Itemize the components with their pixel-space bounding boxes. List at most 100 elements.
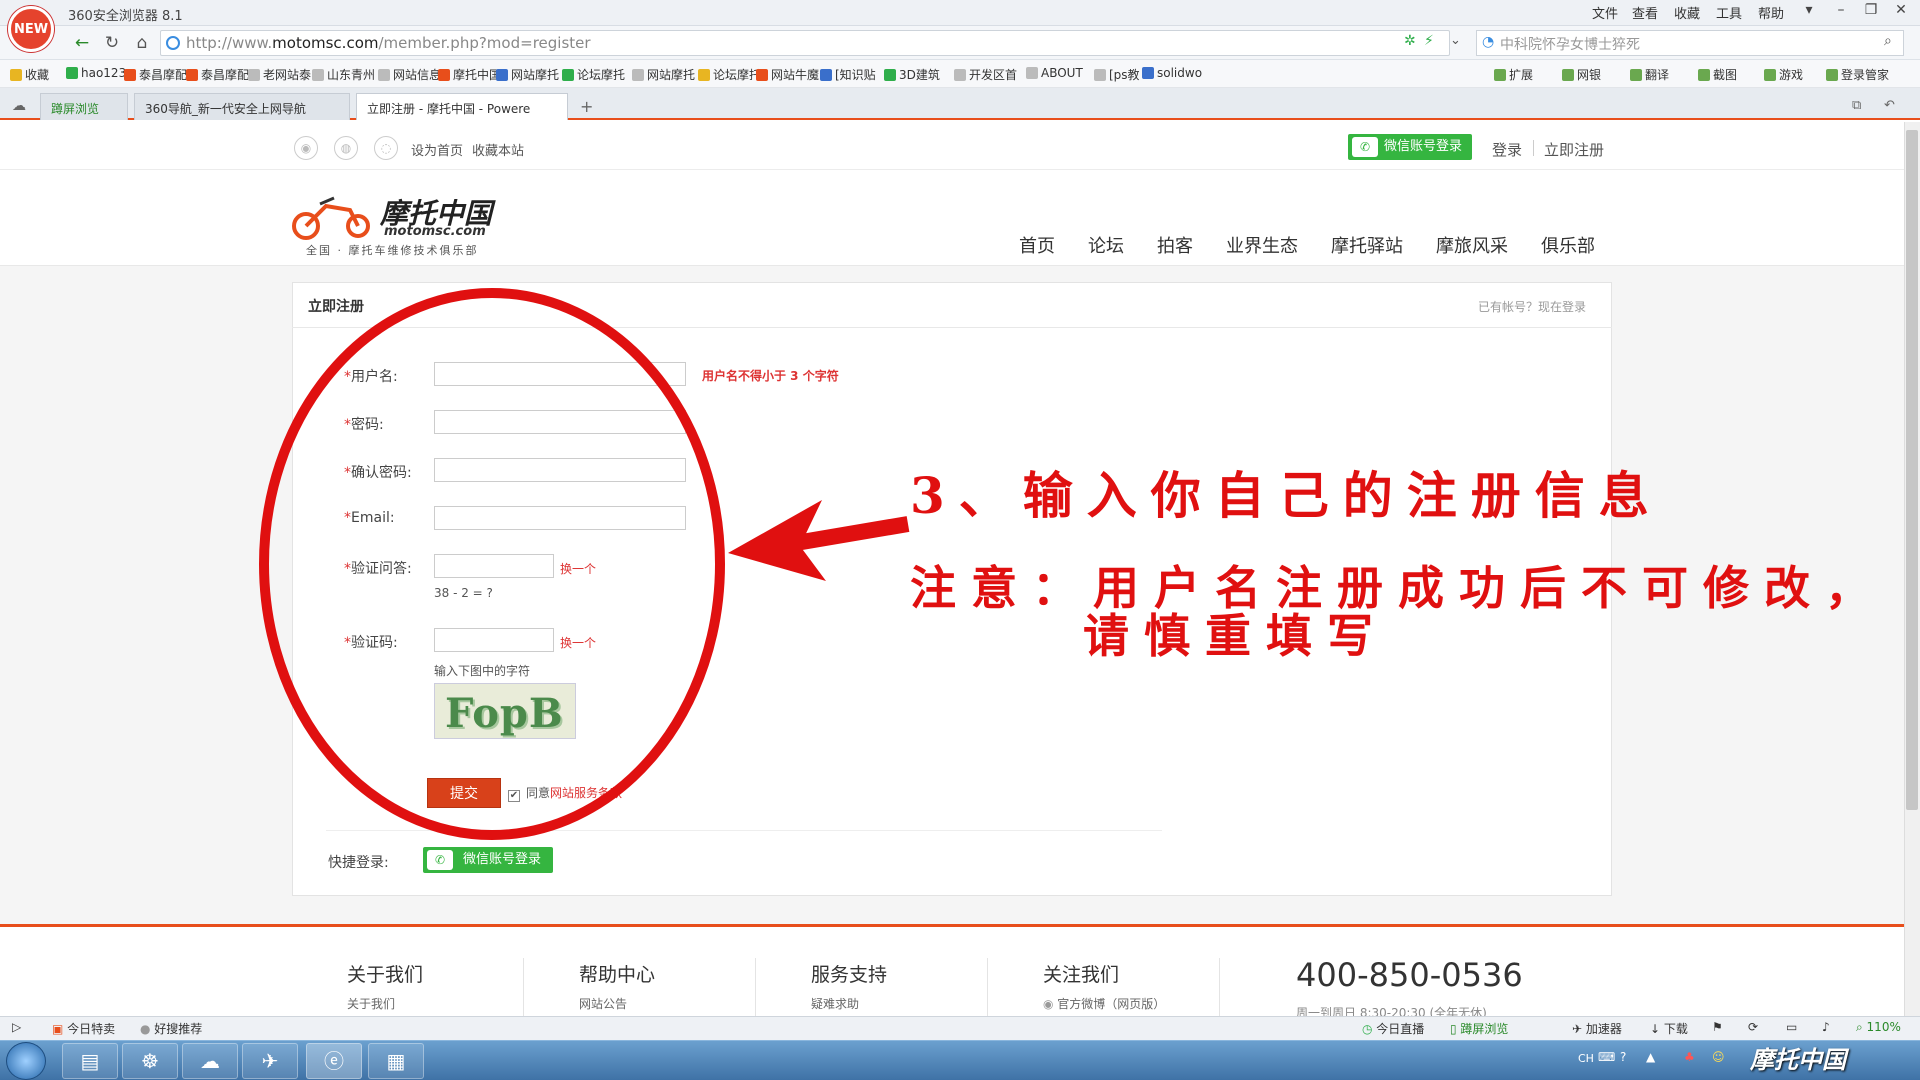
app-baidu-icon[interactable]: ☸ (122, 1043, 178, 1079)
wechat-icon[interactable]: ◍ (334, 136, 358, 160)
bookmark-item[interactable]: 3D建筑 (884, 66, 940, 83)
minimize-icon[interactable]: – (1826, 2, 1856, 22)
browser-logo-icon[interactable]: NEW (8, 6, 54, 52)
nav-industry[interactable]: 业界生态 (1226, 232, 1298, 258)
tab-list-icon[interactable]: ⧉ (1852, 98, 1861, 113)
wechat-login-button-top[interactable]: ✆ 微信账号登录 (1348, 134, 1473, 160)
have-account-login-link[interactable]: 已有帐号？现在登录 (1478, 298, 1586, 315)
flag-icon[interactable]: ⚑ (1712, 1020, 1723, 1034)
dropdown-icon[interactable]: ⌄ (1450, 33, 1461, 48)
home-icon[interactable]: ⌂ (130, 32, 154, 54)
register-link[interactable]: 立即注册 (1544, 139, 1604, 160)
site-logo[interactable]: 摩托中国 motomsc.com 全国 · 摩托车维修技术俱乐部 (290, 188, 510, 257)
volume-icon[interactable]: ♪ (1822, 1020, 1830, 1034)
qq-tray-icon[interactable]: ♣ (1684, 1050, 1695, 1064)
menu-tools[interactable]: 工具 (1716, 3, 1742, 22)
weibo-icon[interactable]: ◉ (294, 136, 318, 160)
agree-checkbox[interactable]: ✔ (508, 790, 520, 802)
bookmark-item[interactable]: 论坛摩托 (562, 66, 625, 83)
bookmark-item[interactable]: [ps教 (1094, 66, 1140, 83)
bookmark-item[interactable]: 网站摩托 (496, 66, 559, 83)
bookmark-item[interactable]: 泰昌摩配 (186, 66, 249, 83)
browser-360-icon[interactable]: ⓔ (306, 1043, 362, 1079)
bookmark-item[interactable]: 网站牛魔 (756, 66, 819, 83)
tab-register[interactable]: 立即注册 - 摩托中国 - Powere (356, 93, 568, 120)
input-language[interactable]: CH (1578, 1052, 1594, 1065)
close-icon[interactable]: ✕ (1886, 2, 1916, 22)
sidebar-toggle-icon[interactable]: ▷ (12, 1020, 21, 1034)
nav-home[interactable]: 首页 (1019, 232, 1055, 258)
terms-link[interactable]: 网站服务条款 (550, 786, 622, 800)
footer-announce-link[interactable]: 网站公告 (579, 995, 627, 1012)
nav-travel[interactable]: 摩旅风采 (1436, 232, 1508, 258)
wechat-login-button[interactable]: ✆ 微信账号登录 (423, 847, 554, 873)
tray-expand-icon[interactable]: ▲ (1646, 1050, 1655, 1064)
scrollbar-thumb[interactable] (1906, 130, 1918, 810)
email-field[interactable] (434, 506, 686, 530)
menu-file[interactable]: 文件 (1592, 3, 1618, 22)
bookmark-item[interactable]: [知识贴 (820, 66, 876, 83)
tab-split-browse[interactable]: 蹲屏浏览 (40, 93, 128, 120)
toolbar-tool[interactable]: 翻译 (1630, 66, 1669, 83)
footer-about-link[interactable]: 关于我们 (347, 995, 395, 1012)
bookmark-item[interactable]: 泰昌摩配 (124, 66, 187, 83)
toolbar-tool[interactable]: 游戏 (1764, 66, 1803, 83)
confirm-password-field[interactable] (434, 458, 686, 482)
status-download[interactable]: ↓ 下载 (1650, 1020, 1688, 1037)
password-field[interactable] (434, 410, 686, 434)
status-recommend[interactable]: ● 好搜推荐 (140, 1020, 202, 1037)
search-icon[interactable]: ⌕ (1884, 33, 1892, 49)
back-icon[interactable]: ← (70, 32, 94, 54)
address-url[interactable]: http://www.motomsc.com/member.php?mod=re… (186, 34, 591, 52)
captcha-swap-link[interactable]: 换一个 (560, 634, 596, 651)
question-swap-link[interactable]: 换一个 (560, 560, 596, 577)
status-live[interactable]: ◷ 今日直播 (1362, 1020, 1424, 1037)
help-icon[interactable]: ? (1620, 1050, 1626, 1064)
start-button[interactable] (6, 1042, 46, 1080)
nav-pai[interactable]: 拍客 (1157, 232, 1193, 258)
bookmark-item[interactable]: 老网站泰 (248, 66, 311, 83)
explorer-icon[interactable]: ▤ (62, 1043, 118, 1079)
username-field[interactable] (434, 362, 686, 386)
login-link[interactable]: 登录 (1492, 139, 1522, 160)
menu-help[interactable]: 帮助 (1758, 3, 1784, 22)
restore-icon[interactable]: ❐ (1856, 2, 1886, 22)
toolbar-tool[interactable]: 网银 (1562, 66, 1601, 83)
zoom-level[interactable]: ⌕ 110% (1856, 1020, 1901, 1035)
nav-forum[interactable]: 论坛 (1088, 232, 1124, 258)
bookmark-item[interactable]: 开发区首 (954, 66, 1017, 83)
nav-station[interactable]: 摩托驿站 (1331, 232, 1403, 258)
status-accelerator[interactable]: ✈ 加速器 (1572, 1020, 1622, 1037)
security-icon[interactable]: ✲ (1404, 33, 1416, 49)
bookmark-item[interactable]: solidwo (1142, 66, 1202, 80)
cloud-icon[interactable]: ☁ (12, 98, 26, 114)
footer-faq-link[interactable]: 疑难求助 (811, 995, 859, 1012)
feiq-icon[interactable]: ✈ (242, 1043, 298, 1079)
window-icon[interactable]: ▭ (1786, 1020, 1797, 1034)
im-tray-icon[interactable]: ☺ (1712, 1050, 1725, 1064)
meeting-app-icon[interactable]: ▦ (368, 1043, 424, 1079)
captcha-field[interactable] (434, 628, 554, 652)
footer-weibo-link[interactable]: ◉ 官方微博（网页版） (1043, 995, 1165, 1012)
bookmark-item[interactable]: 论坛摩托 (698, 66, 761, 83)
new-tab-icon[interactable]: + (580, 97, 593, 116)
skin-icon[interactable]: ▾ (1794, 2, 1824, 22)
bookmark-item[interactable]: 山东青州 (312, 66, 375, 83)
toolbar-tool[interactable]: 登录管家 (1826, 66, 1889, 83)
sync-icon[interactable]: ⟳ (1748, 1020, 1758, 1034)
refresh-icon[interactable]: ↻ (100, 32, 124, 54)
bookmark-item[interactable]: 收藏 (10, 66, 49, 83)
toolbar-tool[interactable]: 扩展 (1494, 66, 1533, 83)
nav-club[interactable]: 俱乐部 (1541, 232, 1595, 258)
bookmark-item[interactable]: 摩托中国 (438, 66, 501, 83)
status-split[interactable]: ▯ 蹲屏浏览 (1450, 1020, 1508, 1037)
bookmark-item[interactable]: 网站摩托 (632, 66, 695, 83)
undo-close-icon[interactable]: ↶ (1884, 98, 1895, 113)
captcha-image[interactable]: FopB (434, 683, 576, 739)
bookmark-item[interactable]: ABOUT (1026, 66, 1083, 80)
bookmark-item[interactable]: 网站信息 (378, 66, 441, 83)
menu-favorites[interactable]: 收藏 (1674, 3, 1700, 22)
keyboard-icon[interactable]: ⌨ (1598, 1050, 1615, 1064)
menu-view[interactable]: 查看 (1632, 3, 1658, 22)
cloud-app-icon[interactable]: ☁ (182, 1043, 238, 1079)
